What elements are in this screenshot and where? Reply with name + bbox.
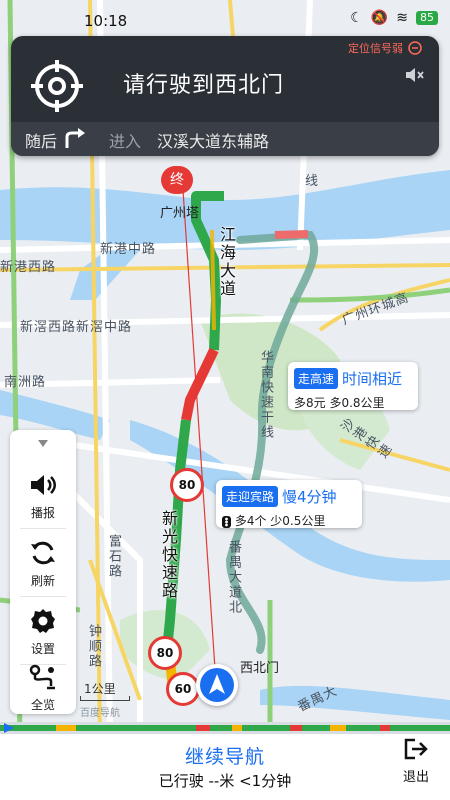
route-detail: 多4个 少0.5公里 bbox=[222, 512, 325, 529]
settings-label: 设置 bbox=[30, 642, 55, 656]
refresh-label: 刷新 bbox=[30, 574, 55, 588]
continue-navigation-button[interactable]: 继续导航 bbox=[0, 742, 450, 769]
map-label: 新港中路 bbox=[100, 242, 157, 257]
speed-limit-badge: 60 bbox=[166, 672, 200, 706]
end-marker: 终 bbox=[161, 166, 193, 194]
traffic-light-icon bbox=[222, 515, 231, 528]
collapse-panel-icon[interactable] bbox=[37, 438, 49, 448]
route-progress-bar bbox=[0, 722, 450, 734]
route-headline: 时间相近 bbox=[342, 370, 403, 388]
speed-limit-badge: 80 bbox=[170, 468, 204, 502]
map-label: 线 bbox=[305, 174, 320, 189]
navigation-instruction-card[interactable]: 定位信号弱 请行驶到西北门 随后 进入 汉溪大道东辅路 bbox=[11, 36, 439, 156]
route-traffic-strip bbox=[0, 725, 450, 731]
gear-icon bbox=[31, 609, 55, 633]
moon-icon: ☾ bbox=[350, 10, 363, 26]
signal-warning: 定位信号弱 bbox=[348, 40, 423, 56]
road-label-xinguang: 新光快速路 bbox=[159, 510, 178, 600]
settings-button[interactable]: 设置 bbox=[10, 600, 76, 664]
overview-button[interactable]: 全览 bbox=[10, 656, 76, 720]
refresh-icon bbox=[31, 541, 55, 565]
speaker-icon bbox=[31, 475, 56, 495]
speed-limit-badge: 80 bbox=[148, 636, 182, 670]
exit-icon bbox=[404, 738, 428, 760]
wifi-icon: ≋ bbox=[396, 10, 408, 26]
route-detail-text: 多4个 少0.5公里 bbox=[234, 514, 326, 528]
trip-stats: 已行驶 --米 <1分钟 bbox=[158, 772, 292, 790]
bottom-action-bar: 继续导航 已行驶 --米 <1分钟 退出 bbox=[0, 734, 450, 800]
map-scale-bar bbox=[80, 696, 130, 701]
current-location-arrow[interactable] bbox=[196, 664, 238, 706]
map-tools-panel: 播报 刷新 设置 全览 bbox=[10, 430, 76, 714]
map-label: 新港西路 bbox=[0, 260, 57, 275]
route-option-yingbin[interactable]: 走迎宾路 慢4分钟 多4个 少0.5公里 bbox=[216, 480, 362, 528]
progress-start-icon bbox=[4, 723, 14, 733]
exit-label: 退出 bbox=[402, 770, 429, 785]
destination-pin[interactable]: 终 bbox=[161, 166, 195, 200]
destination-label: 广州塔 bbox=[160, 206, 200, 221]
mute-icon: 🔕 bbox=[370, 10, 389, 26]
broadcast-button[interactable]: 播报 bbox=[10, 464, 76, 528]
route-detail: 多8元 多0.8公里 bbox=[294, 396, 385, 410]
navigation-arrow-icon bbox=[200, 668, 234, 702]
map-label: 新滘西路新滘中路 bbox=[20, 320, 133, 335]
broadcast-label: 播报 bbox=[30, 506, 55, 520]
map-label: 钟顺路 bbox=[86, 624, 101, 669]
weak-signal-icon bbox=[408, 41, 422, 55]
battery-icon: 85 bbox=[416, 11, 438, 25]
overview-label: 全览 bbox=[30, 698, 55, 712]
voice-mute-icon[interactable] bbox=[403, 64, 425, 86]
map-label: 华南快速干线 bbox=[258, 350, 273, 440]
signal-warning-text: 定位信号弱 bbox=[348, 42, 403, 55]
divider bbox=[20, 596, 66, 597]
locate-target-icon bbox=[31, 60, 83, 112]
divider bbox=[20, 528, 66, 529]
road-label-jianghai: 江海大道 bbox=[217, 226, 236, 298]
turn-right-icon bbox=[65, 128, 85, 148]
route-tag: 走高速 bbox=[294, 368, 339, 389]
then-label: 随后 bbox=[25, 132, 58, 151]
route-headline: 慢4分钟 bbox=[282, 488, 337, 506]
next-road-name: 汉溪大道东辅路 bbox=[157, 132, 270, 151]
status-time: 10:18 bbox=[84, 12, 128, 30]
status-icons: ☾ 🔕 ≋ 85 bbox=[350, 10, 438, 26]
route-overview-icon bbox=[29, 664, 55, 690]
map-label: 富石路 bbox=[106, 534, 121, 579]
exit-button[interactable]: 退出 bbox=[396, 738, 436, 785]
map-label: 番禺大道北 bbox=[226, 540, 241, 615]
next-step-row: 随后 进入 汉溪大道东辅路 bbox=[11, 122, 439, 156]
map-scale-text: 1公里 bbox=[84, 682, 116, 696]
map-watermark: 百度导航 bbox=[80, 708, 120, 719]
enter-label: 进入 bbox=[109, 132, 142, 151]
refresh-button[interactable]: 刷新 bbox=[10, 532, 76, 596]
route-option-highway[interactable]: 走高速 时间相近 多8元 多0.8公里 bbox=[288, 362, 418, 410]
status-bar: 10:18 ☾ 🔕 ≋ 85 bbox=[0, 0, 450, 38]
gate-label: 西北门 bbox=[240, 661, 280, 676]
route-tag: 走迎宾路 bbox=[222, 486, 279, 507]
map-label: 南洲路 bbox=[4, 375, 47, 390]
instruction-text: 请行驶到西北门 bbox=[123, 73, 285, 98]
